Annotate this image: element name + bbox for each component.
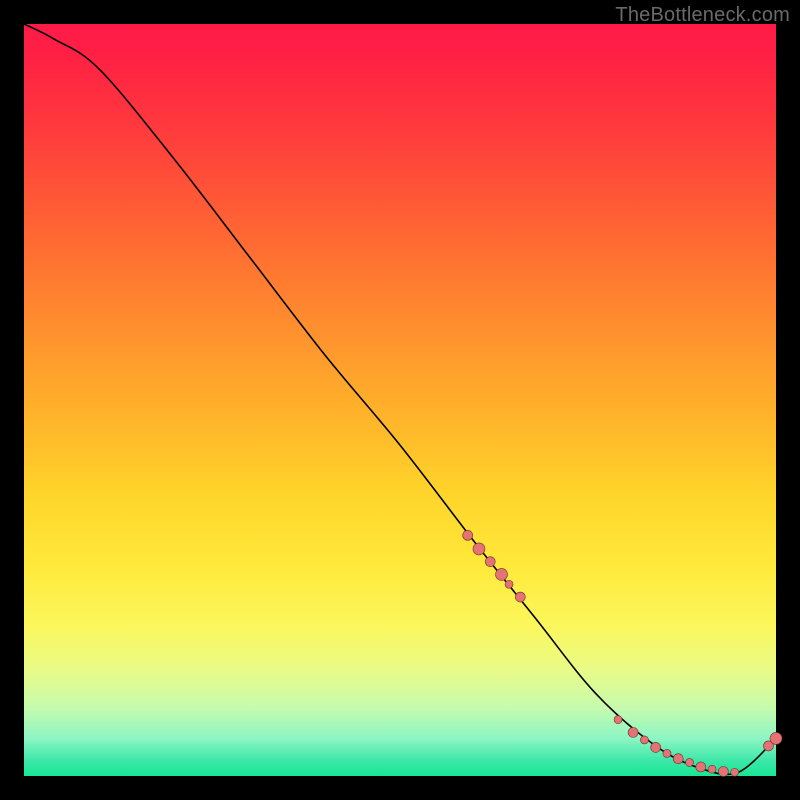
data-marker — [731, 768, 739, 776]
plot-area — [24, 24, 776, 776]
data-marker — [770, 732, 782, 744]
data-marker — [485, 557, 495, 567]
data-marker — [673, 754, 683, 764]
data-marker — [696, 762, 706, 772]
data-marker — [463, 530, 473, 540]
data-marker — [473, 543, 485, 555]
data-marker — [686, 758, 694, 766]
data-marker — [651, 742, 661, 752]
curve-line — [24, 24, 776, 774]
data-marker — [505, 580, 513, 588]
data-marker — [496, 568, 508, 580]
data-marker — [628, 727, 638, 737]
data-marker — [718, 766, 728, 776]
chart-stage: TheBottleneck.com — [0, 0, 800, 800]
data-marker — [708, 765, 716, 773]
data-marker — [640, 736, 648, 744]
data-marker — [614, 716, 622, 724]
marker-group — [463, 530, 782, 776]
chart-svg — [24, 24, 776, 776]
data-marker — [515, 592, 525, 602]
data-marker — [663, 749, 671, 757]
